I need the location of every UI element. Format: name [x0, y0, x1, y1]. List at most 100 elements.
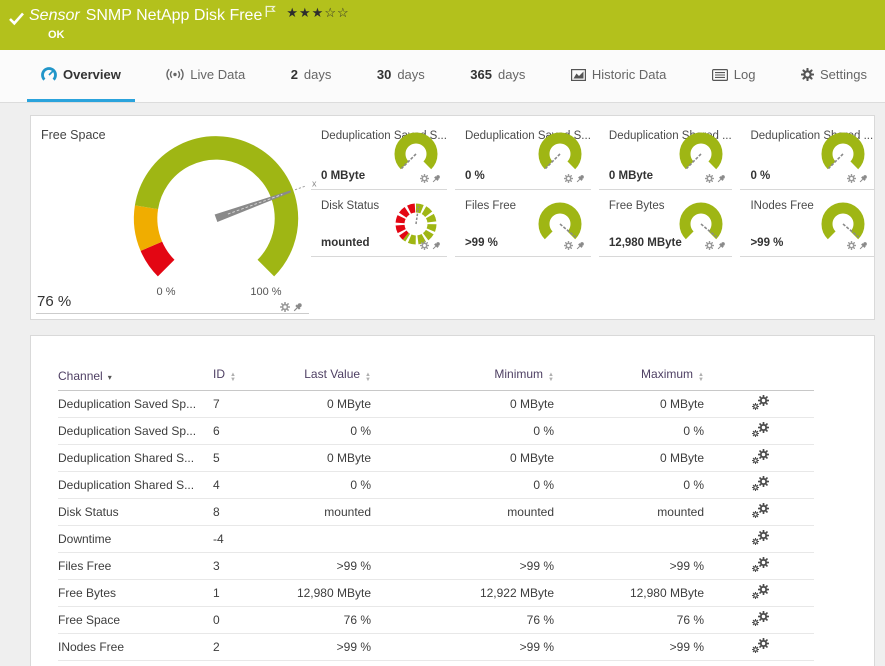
gauge-tile-value: >99 %	[465, 237, 498, 249]
tab-label: days	[304, 67, 331, 82]
pin-icon[interactable]	[717, 170, 726, 188]
gear-icon[interactable]	[420, 237, 429, 255]
channel-settings-gears-icon[interactable]	[752, 611, 769, 626]
channel-settings-gears-icon[interactable]	[752, 503, 769, 518]
channel-name[interactable]: Deduplication Shared S...	[58, 471, 213, 498]
column-header-maximum[interactable]: Maximum▲▼	[554, 364, 704, 390]
table-row: Disk Status8mountedmountedmounted	[58, 498, 814, 525]
maximum-value: >99 %	[554, 633, 704, 660]
priority-stars[interactable]: ★★★☆☆	[286, 5, 349, 21]
channel-settings-gears-icon[interactable]	[752, 422, 769, 437]
channel-settings-cell	[704, 579, 814, 606]
gauge-tile-value: >99 %	[750, 237, 783, 249]
tab-number: 30	[377, 67, 391, 82]
tile-actions	[705, 170, 726, 188]
gear-icon[interactable]	[564, 170, 573, 188]
tile-actions	[705, 237, 726, 255]
pin-icon[interactable]	[859, 237, 868, 255]
tab-number: 365	[470, 67, 492, 82]
channel-settings-gears-icon[interactable]	[752, 449, 769, 464]
tab-live-data[interactable]: Live Data	[152, 50, 259, 102]
pin-icon[interactable]	[432, 170, 441, 188]
gear-icon[interactable]	[847, 237, 856, 255]
channel-settings-gears-icon[interactable]	[752, 584, 769, 599]
tab-bar: OverviewLive Data2days30days365daysHisto…	[0, 50, 885, 103]
gear-icon[interactable]	[847, 170, 856, 188]
tab-2-days[interactable]: 2days	[277, 50, 346, 102]
channel-name[interactable]: Deduplication Saved Sp...	[58, 417, 213, 444]
tab-overview[interactable]: Overview	[27, 50, 135, 102]
gear-icon[interactable]	[280, 299, 290, 317]
pin-icon[interactable]	[576, 170, 585, 188]
minimum-value: >99 %	[371, 633, 554, 660]
pin-icon[interactable]	[859, 170, 868, 188]
last-value: 0 %	[273, 417, 371, 444]
column-header-minimum[interactable]: Minimum▲▼	[371, 364, 554, 390]
gauge-tile: Files Free >99 %	[455, 190, 591, 257]
pin-icon[interactable]	[717, 237, 726, 255]
channel-id: 6	[213, 417, 273, 444]
settings-gear-icon	[801, 68, 814, 81]
tab-log[interactable]: Log	[698, 50, 770, 102]
column-header-channel[interactable]: Channel▾	[58, 364, 213, 390]
minimum-value: 0 MByte	[371, 390, 554, 417]
channel-name[interactable]: Downtime	[58, 525, 213, 552]
channel-settings-gears-icon[interactable]	[752, 476, 769, 491]
channel-id: 3	[213, 552, 273, 579]
channel-settings-cell	[704, 633, 814, 660]
tab-historic-data[interactable]: Historic Data	[557, 50, 680, 102]
table-row: Free Space076 %76 %76 %	[58, 606, 814, 633]
gear-icon[interactable]	[420, 170, 429, 188]
gear-icon[interactable]	[705, 237, 714, 255]
channel-name[interactable]: Files Free	[58, 552, 213, 579]
gear-icon[interactable]	[564, 237, 573, 255]
minimum-value: 0 %	[371, 417, 554, 444]
channel-name[interactable]: Disk Status	[58, 498, 213, 525]
tile-actions	[847, 170, 868, 188]
channel-settings-gears-icon[interactable]	[752, 638, 769, 653]
tab-settings[interactable]: Settings	[787, 50, 881, 102]
flag-icon[interactable]	[265, 5, 276, 23]
channel-settings-gears-icon[interactable]	[752, 395, 769, 410]
tab-365-days[interactable]: 365days	[456, 50, 539, 102]
main-content: Free Space x 0 % 100 % 76 % Deduplicatio…	[0, 103, 885, 666]
channel-id: 0	[213, 606, 273, 633]
channel-name[interactable]: Free Bytes	[58, 579, 213, 606]
gauge-tile: Deduplication Shared ... 0 MByte	[599, 120, 733, 190]
gear-icon[interactable]	[705, 170, 714, 188]
tab-label: Settings	[820, 67, 867, 82]
channel-settings-gears-icon[interactable]	[752, 557, 769, 572]
pin-icon[interactable]	[432, 237, 441, 255]
gauges-panel: Free Space x 0 % 100 % 76 % Deduplicatio…	[30, 115, 875, 320]
channel-settings-cell	[704, 471, 814, 498]
tile-actions	[564, 237, 585, 255]
sensor-kind-label: Sensor	[29, 7, 80, 25]
tab-30-days[interactable]: 30 days	[363, 50, 439, 102]
channel-name[interactable]: INodes Free	[58, 633, 213, 660]
column-header-id[interactable]: ID▲▼	[213, 364, 273, 390]
channel-name[interactable]: Free Space	[58, 606, 213, 633]
maximum-value: >99 %	[554, 552, 704, 579]
minimum-value: 76 %	[371, 606, 554, 633]
pin-icon[interactable]	[576, 237, 585, 255]
channel-id: 1	[213, 579, 273, 606]
sort-icon: ▲▼	[698, 373, 704, 383]
maximum-value: 0 MByte	[554, 444, 704, 471]
pin-icon[interactable]	[293, 299, 303, 317]
channel-id: 5	[213, 444, 273, 471]
minimum-value: >99 %	[371, 552, 554, 579]
channel-settings-gears-icon[interactable]	[752, 530, 769, 545]
maximum-value: 0 %	[554, 471, 704, 498]
channel-name[interactable]: Deduplication Shared S...	[58, 444, 213, 471]
sort-desc-icon: ▾	[108, 373, 112, 382]
tab-label: days	[397, 67, 424, 82]
channel-name[interactable]: Deduplication Saved Sp...	[58, 390, 213, 417]
tile-actions	[564, 170, 585, 188]
column-header-last-value[interactable]: Last Value▲▼	[273, 364, 371, 390]
table-row: Deduplication Shared S...40 %0 %0 %	[58, 471, 814, 498]
gauge-tile: Deduplication Saved S... 0 %	[455, 120, 591, 190]
table-row: Deduplication Saved Sp...70 MByte0 MByte…	[58, 390, 814, 417]
channel-settings-cell	[704, 498, 814, 525]
channel-table: Channel▾ID▲▼Last Value▲▼Minimum▲▼Maximum…	[58, 364, 814, 661]
log-icon	[712, 69, 728, 81]
